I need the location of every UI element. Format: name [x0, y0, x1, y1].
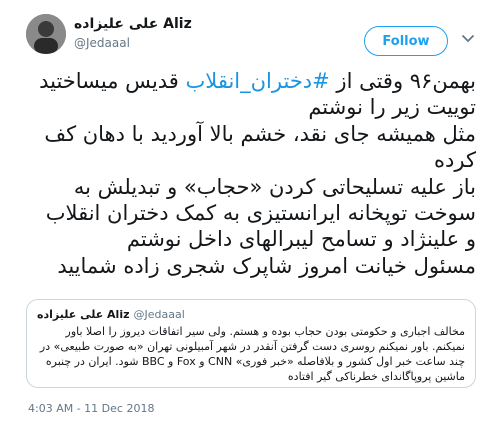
- follow-button[interactable]: Follow: [364, 26, 448, 56]
- tweet-line: بهمن۹۶ وقتی از #دختران_انقلاب قدیس میساخ…: [39, 69, 476, 93]
- chevron-down-icon[interactable]: [460, 30, 476, 46]
- quoted-author: علی علیزاده Aliz @Jedaaal: [37, 308, 185, 321]
- quoted-author-name: علی علیزاده Aliz: [37, 308, 130, 321]
- quoted-line: مخالف اجباری و حکومتی بودن حجاب بوده و ه…: [65, 325, 465, 338]
- quoted-line: نمیکنم. باور نمیکنم روسری دست گرفتن آنقد…: [39, 340, 465, 353]
- author-name[interactable]: علی علیزاده Aliz: [74, 16, 192, 32]
- quoted-tweet[interactable]: علی علیزاده Aliz @Jedaaal مخالف اجباری و …: [26, 299, 476, 388]
- tweet-header: علی علیزاده Aliz @Jedaaal Follow: [0, 0, 501, 66]
- author-name-persian: علی علیزاده: [74, 16, 159, 32]
- author-name-latin: Aliz: [163, 16, 192, 32]
- tweet-line: باز علیه تسلیحاتی کردن «حجاب» و تبدیلش ب…: [73, 174, 476, 199]
- tweet-line: مسئول خیانت امروز شاپرک شجری زاده شمایید: [57, 253, 476, 278]
- tweet-line: سوخت توپخانه ایرانستیزی به کمک دختران ان…: [45, 201, 476, 226]
- tweet-timestamp[interactable]: 4:03 AM - 11 Dec 2018: [28, 402, 154, 415]
- tweet-line: کرده: [434, 148, 476, 173]
- tweet-line: مثل همیشه جای نقد، خشم بالا آوردید با ده…: [44, 121, 476, 146]
- quoted-line: ماشین پروپاگاندای خطرناکی گیر افتاده: [287, 370, 465, 383]
- quoted-text: مخالف اجباری و حکومتی بودن حجاب بوده و ه…: [37, 324, 465, 384]
- hashtag-link[interactable]: #دختران_انقلاب: [186, 69, 330, 93]
- tweet-line: توییت زیر را نوشتم: [308, 95, 476, 120]
- avatar[interactable]: [26, 14, 66, 54]
- quoted-author-handle: @Jedaaal: [133, 308, 185, 321]
- quoted-line: چند ساعت خبر اول کشور و بلافاصله «خبر فو…: [45, 355, 465, 368]
- author-handle[interactable]: @Jedaaal: [74, 36, 130, 50]
- tweet-text: بهمن۹۶ وقتی از #دختران_انقلاب قدیس میساخ…: [20, 68, 476, 279]
- tweet-line: و علینژاد و تسامح لیبرالهای داخل نوشتم: [126, 227, 476, 252]
- avatar-photo: [26, 14, 66, 54]
